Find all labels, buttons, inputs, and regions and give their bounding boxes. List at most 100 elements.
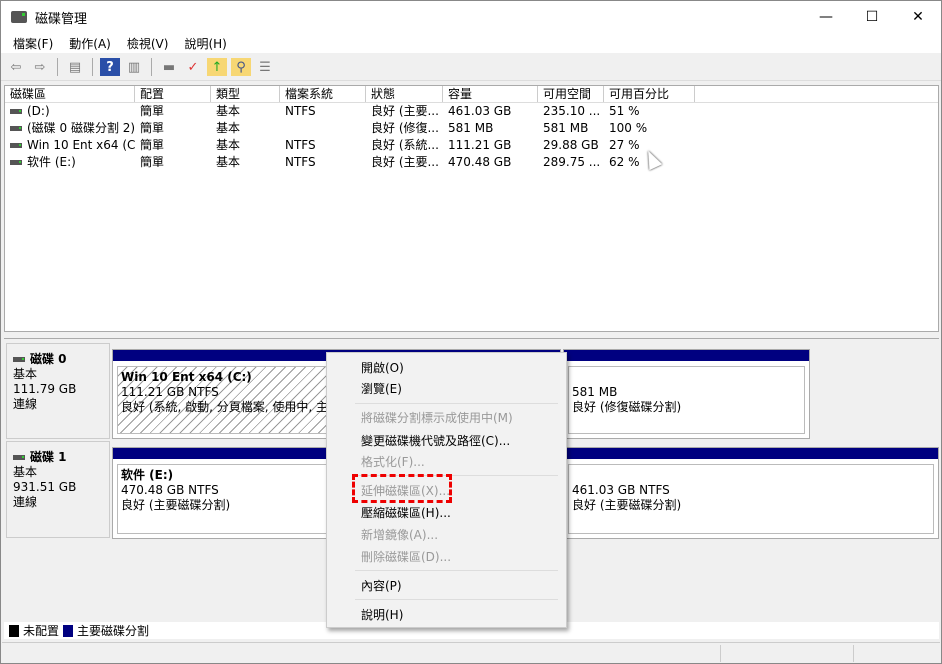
disk-name: 磁碟 0 xyxy=(30,352,67,366)
context-menu-item-6[interactable]: 壓縮磁碟區(H)... xyxy=(361,504,451,521)
column-header-filesystem[interactable]: 檔案系統 xyxy=(280,86,366,102)
menu-view[interactable]: 檢視(V) xyxy=(119,33,177,53)
menu-separator xyxy=(355,570,558,571)
disk-state: 連線 xyxy=(13,495,38,509)
volume-row[interactable]: (D:) 簡單 基本 NTFS 良好 (主要... 461.03 GB 235.10 ...… xyxy=(5,103,938,120)
check-icon[interactable]: ✓ xyxy=(183,58,203,76)
menu-bar: 檔案(F) 動作(A) 檢視(V) 說明(H) xyxy=(1,33,941,53)
cell-free: 581 MB xyxy=(538,120,604,137)
column-header-type[interactable]: 類型 xyxy=(211,86,280,102)
menu-action[interactable]: 動作(A) xyxy=(61,33,119,53)
volume-list-header: 磁碟區 配置 類型 檔案系統 狀態 容量 可用空間 可用百分比 xyxy=(5,86,938,103)
menu-separator xyxy=(355,403,558,404)
menu-file[interactable]: 檔案(F) xyxy=(5,33,61,53)
cell-status: 良好 (系統... xyxy=(366,137,443,154)
context-menu-item-7[interactable]: 新增鏡像(A)... xyxy=(361,526,438,543)
cell-text: NTFS xyxy=(285,155,316,169)
cell-text: 软件 (E:) xyxy=(27,155,76,169)
connect-disk-icon[interactable]: ▬ xyxy=(159,58,179,76)
back-icon[interactable]: ⇦ xyxy=(6,58,26,76)
cell-text: 62 % xyxy=(609,155,640,169)
cell-text: 良好 (修復... xyxy=(371,121,439,135)
cell-free: 235.10 ... xyxy=(538,103,604,120)
minimize-button[interactable]: — xyxy=(803,1,849,33)
partition-d[interactable]: 461.03 GB NTFS 良好 (主要磁碟分割) xyxy=(563,447,939,539)
disk-icon xyxy=(13,455,25,460)
partition-recovery[interactable]: 581 MB 良好 (修復磁碟分割) xyxy=(563,349,810,439)
title-bar: 磁碟管理 — ☐ ✕ xyxy=(1,1,941,33)
cell-fs: NTFS xyxy=(280,103,366,120)
volume-icon xyxy=(10,126,22,131)
disk-size: 931.51 GB xyxy=(13,480,77,494)
cell-layout: 簡單 xyxy=(135,103,211,120)
highlight-extend-volume xyxy=(352,474,452,503)
cell-pct: 51 % xyxy=(604,103,695,120)
cell-text: NTFS xyxy=(285,138,316,152)
cell-fs: NTFS xyxy=(280,154,366,171)
context-menu-item-0[interactable]: 開啟(O) xyxy=(361,359,404,376)
window-title: 磁碟管理 xyxy=(35,11,88,27)
cell-fs: NTFS xyxy=(280,137,366,154)
context-menu-item-10[interactable]: 說明(H) xyxy=(361,606,403,623)
disk-name: 磁碟 1 xyxy=(30,450,67,464)
cell-fs xyxy=(280,120,366,137)
partition-status: 良好 (修復磁碟分割) xyxy=(572,400,682,414)
cell-text: 基本 xyxy=(216,121,241,135)
action-pane-icon[interactable]: ▥ xyxy=(124,58,144,76)
cell-text: (D:) xyxy=(27,104,50,118)
column-header-status[interactable]: 狀態 xyxy=(366,86,443,102)
toolbar: ⇦ ⇨ ▤ ? ▥ ▬ ✓ ↑ ⚲ ☰ xyxy=(1,54,941,81)
menu-separator xyxy=(355,599,558,600)
cell-type: 基本 xyxy=(211,137,280,154)
cell-text: 良好 (主要... xyxy=(371,155,439,169)
column-header-layout[interactable]: 配置 xyxy=(135,86,211,102)
disk-0-label[interactable]: 磁碟 0 基本 111.79 GB 連線 xyxy=(6,343,110,439)
context-menu-item-9[interactable]: 內容(P) xyxy=(361,577,402,594)
cell-status: 良好 (修復... xyxy=(366,120,443,137)
folder-search-icon[interactable]: ⚲ xyxy=(231,58,251,76)
volume-row[interactable]: Win 10 Ent x64 (C:) 簡單 基本 NTFS 良好 (系統... 111.… xyxy=(5,137,938,154)
context-menu-item-4[interactable]: 格式化(F)... xyxy=(361,453,425,470)
volume-row[interactable]: 软件 (E:) 簡單 基本 NTFS 良好 (主要... 470.48 GB 289.75 … xyxy=(5,154,938,171)
close-button[interactable]: ✕ xyxy=(895,1,941,33)
partition-title xyxy=(572,370,801,385)
cell-free: 29.88 GB xyxy=(538,137,604,154)
console-tree-icon[interactable]: ▤ xyxy=(65,58,85,76)
legend-swatch-unallocated xyxy=(9,624,19,637)
column-header-capacity[interactable]: 容量 xyxy=(443,86,538,102)
cell-status: 良好 (主要... xyxy=(366,103,443,120)
context-menu-item-3[interactable]: 變更磁碟機代號及路徑(C)... xyxy=(361,432,510,449)
cell-type: 基本 xyxy=(211,120,280,137)
cell-name: Win 10 Ent x64 (C:) xyxy=(5,137,135,154)
disk-type: 基本 xyxy=(13,465,38,479)
cell-text: 111.21 GB xyxy=(448,138,512,152)
partition-size: 461.03 GB NTFS xyxy=(572,483,670,497)
cell-name: (D:) xyxy=(5,103,135,120)
cell-text: 581 MB xyxy=(448,121,494,135)
cell-text: (磁碟 0 磁碟分割 2) xyxy=(27,121,135,135)
cell-text: 470.48 GB xyxy=(448,155,512,169)
context-menu-item-1[interactable]: 瀏覽(E) xyxy=(361,380,402,397)
column-header-free[interactable]: 可用空間 xyxy=(538,86,604,102)
volume-list: 磁碟區 配置 類型 檔案系統 狀態 容量 可用空間 可用百分比 (D:) 簡單 基本… xyxy=(4,85,939,332)
column-header-percent-free[interactable]: 可用百分比 xyxy=(604,86,695,102)
cell-text: 良好 (主要... xyxy=(371,104,439,118)
status-bar xyxy=(2,642,940,663)
folder-up-icon[interactable]: ↑ xyxy=(207,58,227,76)
forward-icon[interactable]: ⇨ xyxy=(30,58,50,76)
disk-state: 連線 xyxy=(13,397,38,411)
properties-list-icon[interactable]: ☰ xyxy=(255,58,275,76)
volume-row[interactable]: (磁碟 0 磁碟分割 2) 簡單 基本 良好 (修復... 581 MB 581 MB 10… xyxy=(5,120,938,137)
menu-help[interactable]: 說明(H) xyxy=(176,33,234,53)
context-menu-item-2[interactable]: 將磁碟分割標示成使用中(M) xyxy=(361,409,513,426)
disk-1-label[interactable]: 磁碟 1 基本 931.51 GB 連線 xyxy=(6,441,110,538)
cell-text: NTFS xyxy=(285,104,316,118)
context-menu-item-8[interactable]: 刪除磁碟區(D)... xyxy=(361,548,451,565)
volume-icon xyxy=(10,143,22,148)
maximize-button[interactable]: ☐ xyxy=(849,1,895,33)
cell-text: 289.75 ... xyxy=(543,155,601,169)
cell-text: 27 % xyxy=(609,138,640,152)
help-icon[interactable]: ? xyxy=(100,58,120,76)
cell-layout: 簡單 xyxy=(135,120,211,137)
column-header-volume[interactable]: 磁碟區 xyxy=(5,86,135,102)
